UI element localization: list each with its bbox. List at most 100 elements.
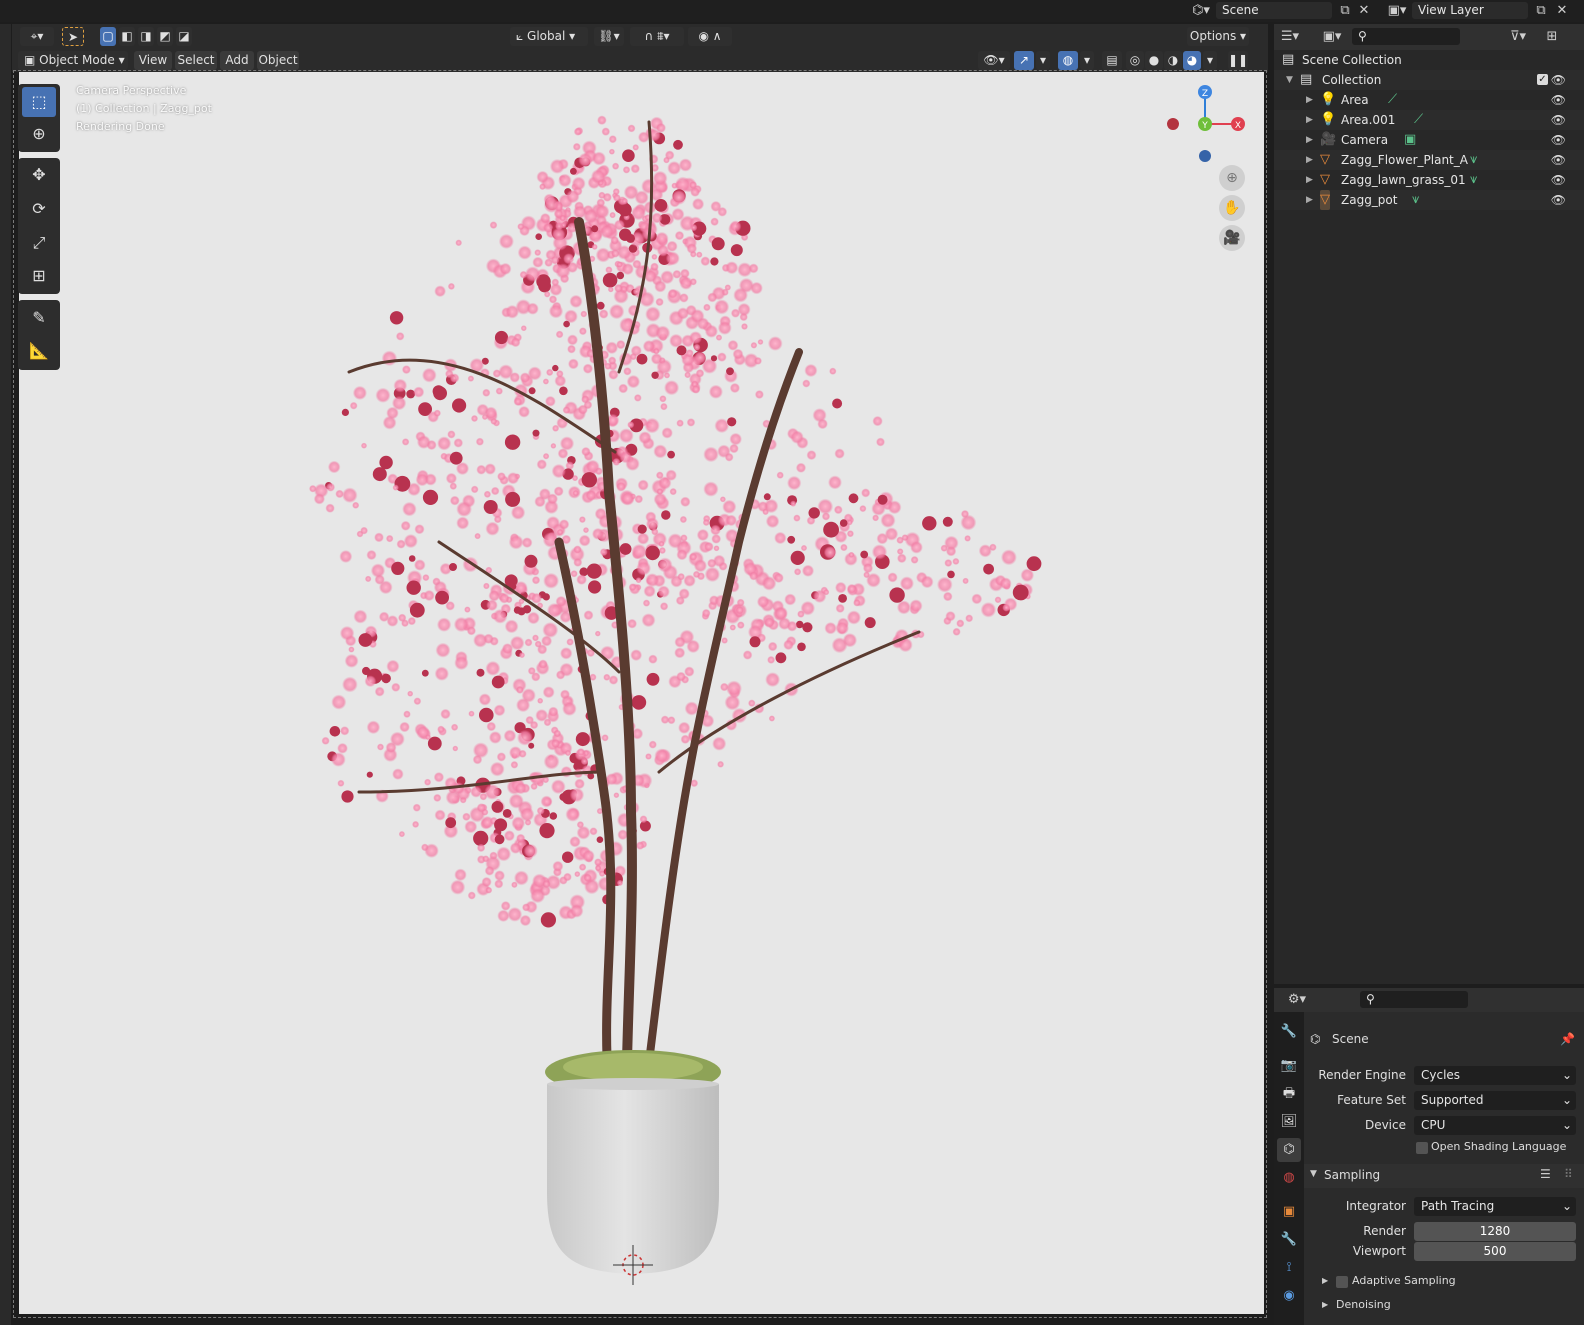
expand-arrow-icon[interactable]: ▶ xyxy=(1306,90,1313,110)
gizmo-neg-z-axis[interactable] xyxy=(1199,150,1211,162)
proportional-edit-icon[interactable]: ◉ ∧ xyxy=(688,27,732,46)
snap-icon[interactable]: ∩ ⩩▾ xyxy=(630,27,684,46)
wireframe-shading-icon[interactable]: ◎ xyxy=(1126,51,1144,70)
outliner-item[interactable]: ▶ ▽ Zagg_Flower_Plant_A ⩛ 👁 xyxy=(1274,150,1584,170)
new-collection-icon[interactable]: ⊞ xyxy=(1542,28,1562,45)
expand-arrow-icon[interactable]: ▶ xyxy=(1306,110,1313,130)
expand-arrow-icon[interactable]: ▶ xyxy=(1306,150,1313,170)
mode-dropdown[interactable]: ▣ Object Mode ▾ xyxy=(18,51,128,70)
eye-icon[interactable]: 👁 xyxy=(1551,150,1566,170)
render-engine-dropdown[interactable]: Cycles ⌄ xyxy=(1414,1066,1576,1085)
sampling-panel-header[interactable]: ▼ Sampling ☰ ⠿ xyxy=(1304,1164,1584,1188)
solid-shading-icon[interactable]: ● xyxy=(1145,51,1163,70)
filter-icon[interactable]: ⊽▾ xyxy=(1504,28,1532,45)
physics-tab-icon[interactable]: ◉ xyxy=(1277,1284,1301,1308)
properties-search-input[interactable]: ⚲ xyxy=(1360,991,1468,1008)
tool-tab-icon[interactable]: 🔧 xyxy=(1277,1020,1301,1044)
denoising-subpanel[interactable]: ▶ Denoising xyxy=(1318,1296,1584,1316)
pin-icon[interactable]: 📌 xyxy=(1560,1032,1575,1046)
eye-icon[interactable]: 👁 xyxy=(1551,90,1566,110)
device-dropdown[interactable]: CPU ⌄ xyxy=(1414,1116,1576,1135)
outliner-search-input[interactable]: ⚲ xyxy=(1352,28,1460,45)
display-mode-icon[interactable]: ▣▾ xyxy=(1318,28,1346,45)
drag-handle-icon[interactable]: ⠿ xyxy=(1564,1167,1573,1181)
osl-checkbox[interactable] xyxy=(1416,1142,1428,1154)
select-box-icon[interactable]: ⬚ xyxy=(22,87,56,117)
3d-viewport[interactable]: Camera Perspective (1) Collection | Zagg… xyxy=(19,72,1264,1314)
eye-icon[interactable]: 👁 xyxy=(1551,190,1566,210)
object-tab-icon[interactable]: ▣ xyxy=(1277,1200,1301,1224)
collection-checkbox[interactable]: ✓ xyxy=(1537,74,1548,85)
eye-icon[interactable]: 👁 xyxy=(1551,170,1566,190)
properties-editor-icon[interactable]: ⚙▾ xyxy=(1282,991,1312,1008)
outliner-item[interactable]: ▶ ▽ Zagg_lawn_grass_01 ⩛ 👁 xyxy=(1274,170,1584,190)
output-tab-icon[interactable]: 🖶 xyxy=(1277,1082,1301,1106)
material-shading-icon[interactable]: ◑ xyxy=(1164,51,1182,70)
rotate-icon[interactable]: ⟳ xyxy=(22,194,56,224)
annotate-icon[interactable]: ✎ xyxy=(22,303,56,333)
select-invert-icon[interactable]: ◩ xyxy=(157,27,173,46)
menu-object[interactable]: Object xyxy=(257,51,299,70)
outliner-collection[interactable]: ▼ ▤ Collection ✓ 👁 xyxy=(1274,70,1584,90)
expand-arrow-icon[interactable]: ▶ xyxy=(1306,170,1313,190)
modifier-tab-icon[interactable]: 🔧 xyxy=(1277,1228,1301,1252)
outliner-item[interactable]: ▶ 🎥 Camera ▣ 👁 xyxy=(1274,130,1584,150)
render-tab-icon[interactable]: 📷 xyxy=(1277,1054,1301,1078)
outliner-item[interactable]: ▶ 💡 Area.001 ⟋ 👁 xyxy=(1274,110,1584,130)
eye-icon[interactable]: 👁 xyxy=(1551,70,1566,90)
presets-list-icon[interactable]: ☰ xyxy=(1540,1167,1551,1181)
integrator-dropdown[interactable]: Path Tracing ⌄ xyxy=(1414,1197,1576,1216)
gizmo-neg-x-axis[interactable] xyxy=(1167,118,1179,130)
options-button[interactable]: Options ▾ xyxy=(1187,27,1249,46)
menu-view[interactable]: View xyxy=(134,51,172,70)
xray-icon[interactable]: ▤ xyxy=(1102,51,1122,70)
navigation-gizmo[interactable]: Z Y X xyxy=(1159,80,1249,170)
world-tab-icon[interactable]: ◍ xyxy=(1277,1166,1301,1190)
pause-render-icon[interactable]: ❚❚ xyxy=(1228,51,1248,70)
editor-type-icon[interactable]: ⌖▾ xyxy=(20,27,54,46)
transform-icon[interactable]: ⊞ xyxy=(22,261,56,291)
pan-hand-icon[interactable]: ✋ xyxy=(1219,195,1245,221)
select-intersect-icon[interactable]: ◪ xyxy=(176,27,192,46)
scene-icon[interactable]: ⌬▾ xyxy=(1188,2,1214,19)
outliner-scene-collection[interactable]: ▤ Scene Collection xyxy=(1274,50,1584,70)
overlay-toggle-icon[interactable]: ◍ xyxy=(1058,51,1078,70)
viewport-samples-field[interactable]: 500 xyxy=(1414,1242,1576,1261)
select-subtract-icon[interactable]: ◨ xyxy=(138,27,154,46)
outliner-item[interactable]: ▶ ▽ Zagg_pot ⩛ 👁 xyxy=(1274,190,1584,210)
rendered-shading-icon[interactable]: ◕ xyxy=(1183,51,1201,70)
outliner-item[interactable]: ▶ 💡 Area ⟋ 👁 xyxy=(1274,90,1584,110)
gizmo-toggle-icon[interactable]: ↗ xyxy=(1014,51,1034,70)
outliner-editor-icon[interactable]: ☰▾ xyxy=(1276,28,1304,45)
adaptive-sampling-checkbox[interactable] xyxy=(1336,1276,1348,1288)
adaptive-sampling-subpanel[interactable]: ▶ Adaptive Sampling xyxy=(1318,1272,1584,1292)
measure-icon[interactable]: 📐 xyxy=(22,336,56,366)
close-scene-icon[interactable]: ✕ xyxy=(1356,2,1372,19)
view-layer-selector[interactable]: View Layer xyxy=(1412,2,1528,19)
orientation-dropdown[interactable]: ⟀ Global ▾ xyxy=(510,27,588,46)
pivot-icon[interactable]: ⛓▾ xyxy=(594,27,624,46)
scene-tab-icon[interactable]: ⌬ xyxy=(1277,1138,1301,1162)
expand-arrow-icon[interactable]: ▶ xyxy=(1306,190,1313,210)
copy-view-layer-icon[interactable]: ⧉ xyxy=(1532,2,1550,19)
eye-icon[interactable]: 👁 xyxy=(1551,130,1566,150)
select-tool-icon[interactable]: ➤ xyxy=(62,27,84,46)
expand-arrow-icon[interactable]: ▼ xyxy=(1286,70,1293,90)
menu-add[interactable]: Add xyxy=(220,51,254,70)
feature-set-dropdown[interactable]: Supported ⌄ xyxy=(1414,1091,1576,1110)
render-samples-field[interactable]: 1280 xyxy=(1414,1222,1576,1241)
zoom-icon[interactable]: ⊕ xyxy=(1219,165,1245,191)
view-layer-icon[interactable]: ▣▾ xyxy=(1384,2,1410,19)
scale-icon[interactable]: ⤢ xyxy=(22,228,56,258)
move-icon[interactable]: ✥ xyxy=(22,160,56,190)
select-extend-icon[interactable]: ◧ xyxy=(119,27,135,46)
view-layer-tab-icon[interactable]: 🖼 xyxy=(1277,1110,1301,1134)
copy-scene-icon[interactable]: ⧉ xyxy=(1336,2,1354,19)
overlay-dropdown-icon[interactable]: ▾ xyxy=(1080,51,1094,70)
gizmo-dropdown-icon[interactable]: ▾ xyxy=(1036,51,1050,70)
expand-arrow-icon[interactable]: ▶ xyxy=(1306,130,1313,150)
cursor-icon[interactable]: ⊕ xyxy=(22,119,56,149)
select-new-icon[interactable]: ▢ xyxy=(100,27,116,46)
eye-icon[interactable]: 👁 xyxy=(1551,110,1566,130)
camera-view-icon[interactable]: 🎥 xyxy=(1219,225,1245,251)
